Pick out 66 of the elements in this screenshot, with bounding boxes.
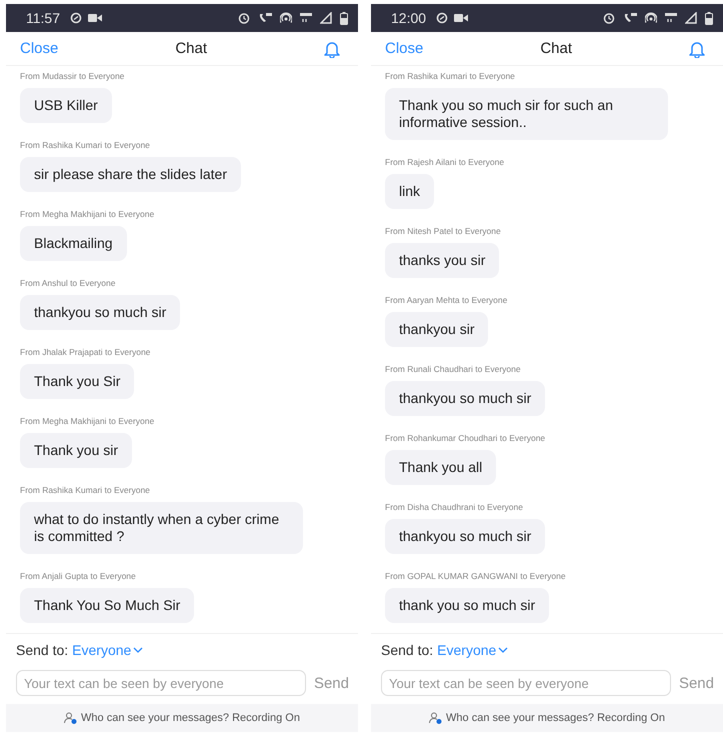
sender-label: From Jhalak Prajapati to Everyone [20, 347, 150, 358]
message-input[interactable]: Your text can be seen by everyone [16, 670, 306, 696]
video-camera-icon [454, 13, 468, 23]
message-bubble: link [385, 174, 434, 209]
hotspot-icon [280, 12, 292, 24]
send-to-label: Send to: [381, 642, 434, 658]
alarm-clock-icon [603, 12, 615, 24]
recipient-dropdown[interactable]: Everyone [72, 642, 144, 658]
sender-label: From Nitesh Patel to Everyone [385, 226, 501, 237]
privacy-link[interactable]: Who can see your messages? Recording On [446, 712, 665, 724]
video-camera-icon [88, 13, 102, 23]
close-button[interactable]: Close [385, 40, 424, 57]
send-to-label: Send to: [16, 642, 68, 658]
message-bubble: thank you so much sir [385, 588, 550, 623]
bell-icon[interactable] [324, 40, 340, 58]
sender-label: From GOPAL KUMAR GANGWANI to Everyone [385, 571, 566, 582]
send-button[interactable]: Send [678, 674, 714, 692]
message-bubble: Blackmailing [20, 226, 127, 261]
sender-label: From Mudassir to Everyone [20, 71, 124, 82]
sender-label: From Rajesh Ailani to Everyone [385, 157, 504, 168]
sender-label: From Anshul to Everyone [20, 278, 116, 289]
chevron-down-icon [498, 647, 508, 653]
alarm-clock-icon [238, 12, 250, 24]
person-icon [64, 712, 78, 724]
message-bubble: Thank You So Much Sir [20, 588, 194, 623]
privacy-link[interactable]: Who can see your messages? Recording On [81, 712, 300, 724]
message-bubble: thankyou sir [385, 312, 488, 347]
sender-label: From Megha Makhijani to Everyone [20, 209, 154, 220]
message-bubble: Thank you so much sir for such an informative session.. [385, 88, 668, 140]
message-bubble: Thank you all [385, 450, 496, 485]
message-bubble: thankyou so much sir [385, 519, 546, 554]
signal-icon [320, 12, 332, 24]
message-input[interactable]: Your text can be seen by everyone [381, 670, 671, 696]
hotspot-icon [645, 12, 657, 24]
message-bubble: USB Killer [20, 88, 112, 123]
recipient-dropdown[interactable]: Everyone [437, 642, 508, 658]
message-bubble: thanks you sir [385, 243, 500, 278]
message-bubble: sir please share the slides later [20, 157, 241, 192]
message-bubble: Thank you Sir [20, 364, 134, 399]
message-bubble: thankyou so much sir [385, 381, 546, 416]
sender-label: From Rashika Kumari to Everyone [385, 71, 515, 82]
send-button[interactable]: Send [314, 674, 349, 692]
sender-label: From Runali Chaudhari to Everyone [385, 364, 521, 375]
close-button[interactable]: Close [20, 40, 58, 57]
sender-label: From Rashika Kumari to Everyone [20, 140, 150, 151]
chat-title: Chat [540, 40, 572, 57]
status-time: 11:57 [26, 10, 60, 26]
phone-call-icon [258, 12, 272, 24]
sender-label: From Rohankumar Choudhari to Everyone [385, 433, 546, 444]
chat-title: Chat [175, 40, 208, 57]
battery-icon [705, 12, 713, 24]
sender-label: From Anjali Gupta to Everyone [20, 571, 136, 582]
bell-icon[interactable] [688, 40, 705, 58]
message-bubble: thankyou so much sir [20, 295, 180, 330]
message-bubble: what to do instantly when a cyber crime is committed ? [20, 502, 303, 554]
battery-icon [340, 12, 348, 24]
status-time: 12:00 [391, 10, 426, 26]
message-bubble: Thank you sir [20, 433, 132, 468]
sender-label: From Disha Chaudhrani to Everyone [385, 502, 523, 513]
signal-icon [685, 12, 697, 24]
sender-label: From Megha Makhijani to Everyone [20, 416, 154, 427]
person-icon [429, 712, 442, 724]
sender-label: From Aaryan Mehta to Everyone [385, 295, 508, 306]
chevron-down-icon [133, 647, 144, 653]
phone-call-icon [623, 12, 637, 24]
sender-label: From Rashika Kumari to Everyone [20, 485, 150, 496]
